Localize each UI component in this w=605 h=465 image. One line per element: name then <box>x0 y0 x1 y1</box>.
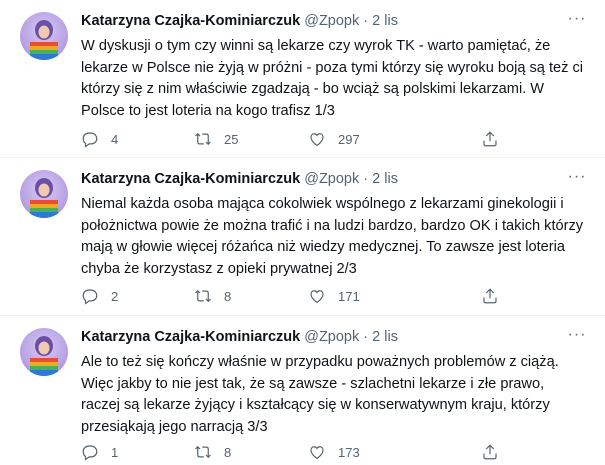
tweet-time[interactable]: 2 lis <box>372 171 398 187</box>
share-button[interactable] <box>481 286 499 306</box>
heart-icon <box>310 290 324 304</box>
heart-icon <box>310 133 324 147</box>
share-icon <box>483 444 497 460</box>
retweet-count: 8 <box>224 444 232 460</box>
retweet-icon <box>195 289 211 303</box>
tweet[interactable]: Katarzyna Czajka-Kominiarczuk @Zpopk · 2… <box>0 316 605 465</box>
share-button[interactable] <box>481 442 499 462</box>
reply-icon <box>82 289 98 305</box>
reply-count: 1 <box>111 444 119 460</box>
like-count: 173 <box>338 444 360 460</box>
like-button[interactable]: 173 <box>308 442 360 462</box>
tweet-actions: 1 8 173 <box>81 442 586 462</box>
author-name[interactable]: Katarzyna Czajka-Kominiarczuk <box>81 171 300 187</box>
separator-dot: · <box>363 13 369 29</box>
tweet-header: Katarzyna Czajka-Kominiarczuk @Zpopk · 2… <box>81 170 398 188</box>
share-icon <box>483 131 497 147</box>
like-count: 171 <box>338 288 360 304</box>
retweet-button[interactable]: 8 <box>194 442 231 462</box>
reply-icon <box>82 445 98 461</box>
more-horizontal-icon[interactable]: ··· <box>567 11 587 28</box>
tweet-text: Niemal każda osoba mająca cokolwiek wspó… <box>81 196 584 277</box>
reply-count: 2 <box>111 288 119 304</box>
tweet-time[interactable]: 2 lis <box>372 13 398 29</box>
author-handle[interactable]: @Zpopk <box>304 13 359 29</box>
separator-dot: · <box>363 329 369 345</box>
more-horizontal-icon[interactable]: ··· <box>567 327 587 344</box>
like-button[interactable]: 171 <box>308 286 360 306</box>
reply-button[interactable]: 1 <box>81 442 118 462</box>
avatar[interactable] <box>20 170 68 218</box>
share-button[interactable] <box>481 129 499 149</box>
reply-button[interactable]: 2 <box>81 286 118 306</box>
reply-button[interactable]: 4 <box>81 129 118 149</box>
tweet-actions: 2 8 171 <box>81 286 586 306</box>
retweet-icon <box>195 132 211 146</box>
tweet[interactable]: Katarzyna Czajka-Kominiarczuk @Zpopk · 2… <box>0 0 605 158</box>
tweet-text: Ale to też się kończy właśnie w przypadk… <box>81 354 559 435</box>
retweet-button[interactable]: 8 <box>194 286 231 306</box>
author-handle[interactable]: @Zpopk <box>304 171 359 187</box>
retweet-count: 25 <box>224 131 239 147</box>
author-name[interactable]: Katarzyna Czajka-Kominiarczuk <box>81 13 300 29</box>
retweet-icon <box>195 445 211 459</box>
tweet[interactable]: Katarzyna Czajka-Kominiarczuk @Zpopk · 2… <box>0 158 605 316</box>
avatar[interactable] <box>20 12 68 60</box>
tweet-text: W dyskusji o tym czy winni są lekarze cz… <box>81 38 584 119</box>
more-horizontal-icon[interactable]: ··· <box>567 169 587 186</box>
avatar[interactable] <box>20 328 68 376</box>
separator-dot: · <box>363 171 369 187</box>
author-handle[interactable]: @Zpopk <box>304 329 359 345</box>
share-icon <box>483 288 497 304</box>
like-button[interactable]: 297 <box>308 129 360 149</box>
heart-icon <box>310 446 324 460</box>
tweet-header: Katarzyna Czajka-Kominiarczuk @Zpopk · 2… <box>81 328 398 346</box>
retweet-count: 8 <box>224 288 232 304</box>
tweet-actions: 4 25 297 <box>81 129 586 149</box>
reply-icon <box>82 132 98 148</box>
tweet-header: Katarzyna Czajka-Kominiarczuk @Zpopk · 2… <box>81 12 398 30</box>
like-count: 297 <box>338 131 360 147</box>
retweet-button[interactable]: 25 <box>194 129 238 149</box>
reply-count: 4 <box>111 131 119 147</box>
tweet-time[interactable]: 2 lis <box>372 329 398 345</box>
author-name[interactable]: Katarzyna Czajka-Kominiarczuk <box>81 329 300 345</box>
